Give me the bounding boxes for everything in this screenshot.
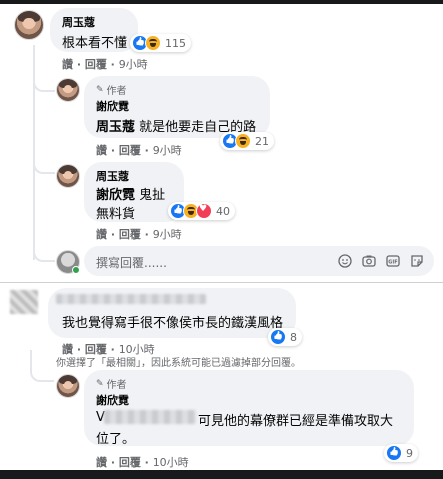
reaction-count: 40 (216, 204, 230, 218)
pen-icon: ✎ (96, 84, 104, 95)
gif-icon[interactable]: GIF (386, 254, 400, 268)
reaction-count: 21 (255, 134, 269, 148)
avatar[interactable] (56, 78, 80, 102)
section-divider (0, 282, 443, 283)
thread-elbow (33, 236, 55, 262)
timestamp[interactable]: 9小時 (119, 58, 148, 71)
mention-link[interactable]: 謝欣霓 (96, 188, 135, 203)
avatar[interactable] (14, 10, 44, 40)
reaction-summary[interactable]: 8 (268, 328, 302, 346)
online-indicator (72, 266, 80, 274)
thread-elbow (30, 350, 54, 382)
reply-link[interactable]: 回覆 (119, 144, 141, 157)
bottom-black-strip (0, 470, 443, 479)
reaction-summary[interactable]: 115 (130, 34, 191, 52)
reaction-summary[interactable]: 21 (220, 132, 274, 150)
reaction-summary[interactable]: 9 (384, 444, 418, 462)
camera-icon[interactable] (362, 254, 376, 268)
comment-author[interactable]: 周玉蔻 (96, 168, 129, 184)
avatar[interactable] (56, 164, 80, 188)
censored-name (56, 294, 206, 304)
comment-text: 我也覺得寫手很不像侯市長的鐵漢風格 (62, 316, 284, 331)
comment-author[interactable]: 謝欣霓 (96, 98, 129, 114)
comment-text-line2: 位了。 (96, 432, 136, 447)
comment-text: 根本看不懂 (62, 36, 128, 51)
reaction-summary[interactable]: 40 (168, 202, 235, 220)
author-badge: ✎ 作者 (96, 378, 127, 392)
like-link[interactable]: 讚 (62, 58, 73, 71)
filter-note: 你選擇了「最相關」，因此系統可能已過濾掉部分回覆。 (56, 358, 301, 369)
reply-link[interactable]: 回覆 (119, 228, 141, 241)
reply-link[interactable]: 回覆 (85, 58, 107, 71)
comment-meta: 讚 · 回覆 · 9小時 (62, 58, 148, 71)
comment-author[interactable]: 周玉蔻 (62, 14, 95, 30)
pen-icon: ✎ (96, 378, 104, 389)
like-link[interactable]: 讚 (96, 144, 107, 157)
sticker-icon[interactable] (410, 254, 424, 268)
comment-text-line2: 無料貨 (96, 207, 136, 222)
comment-text: 可見他的幕僚群已經是準備攻取大 (198, 414, 394, 429)
like-icon (386, 445, 402, 461)
avatar-censored (10, 290, 38, 314)
haha-icon (145, 35, 161, 51)
thread-elbow (33, 74, 55, 92)
reaction-count: 115 (165, 36, 186, 50)
comment-meta: 讚 · 回覆 · 10小時 (96, 456, 189, 469)
thread-elbow (33, 150, 55, 174)
love-icon (196, 203, 212, 219)
haha-icon (235, 133, 251, 149)
timestamp[interactable]: 9小時 (153, 228, 182, 241)
top-black-strip (0, 0, 443, 4)
comment-meta: 讚 · 回覆 · 9小時 (96, 144, 182, 157)
svg-text:GIF: GIF (388, 260, 397, 266)
like-icon (270, 329, 286, 345)
like-link[interactable]: 讚 (96, 456, 107, 469)
author-badge: ✎ 作者 (96, 84, 127, 98)
censored-text (104, 410, 196, 424)
emoji-icon[interactable] (338, 254, 352, 268)
reply-input[interactable]: 撰寫回覆...... (96, 254, 167, 271)
like-link[interactable]: 讚 (96, 228, 107, 241)
reaction-count: 8 (290, 330, 297, 344)
reaction-count: 9 (406, 446, 413, 460)
timestamp[interactable]: 10小時 (153, 456, 189, 469)
reply-link[interactable]: 回覆 (119, 456, 141, 469)
avatar[interactable] (56, 374, 80, 398)
timestamp[interactable]: 9小時 (153, 144, 182, 157)
comment-author[interactable]: 謝欣霓 (96, 392, 129, 408)
comment-text: 謝欣霓 鬼扯 (96, 188, 166, 203)
comment-meta: 讚 · 回覆 · 9小時 (96, 228, 182, 241)
mention-link[interactable]: 周玉蔻 (96, 120, 135, 135)
